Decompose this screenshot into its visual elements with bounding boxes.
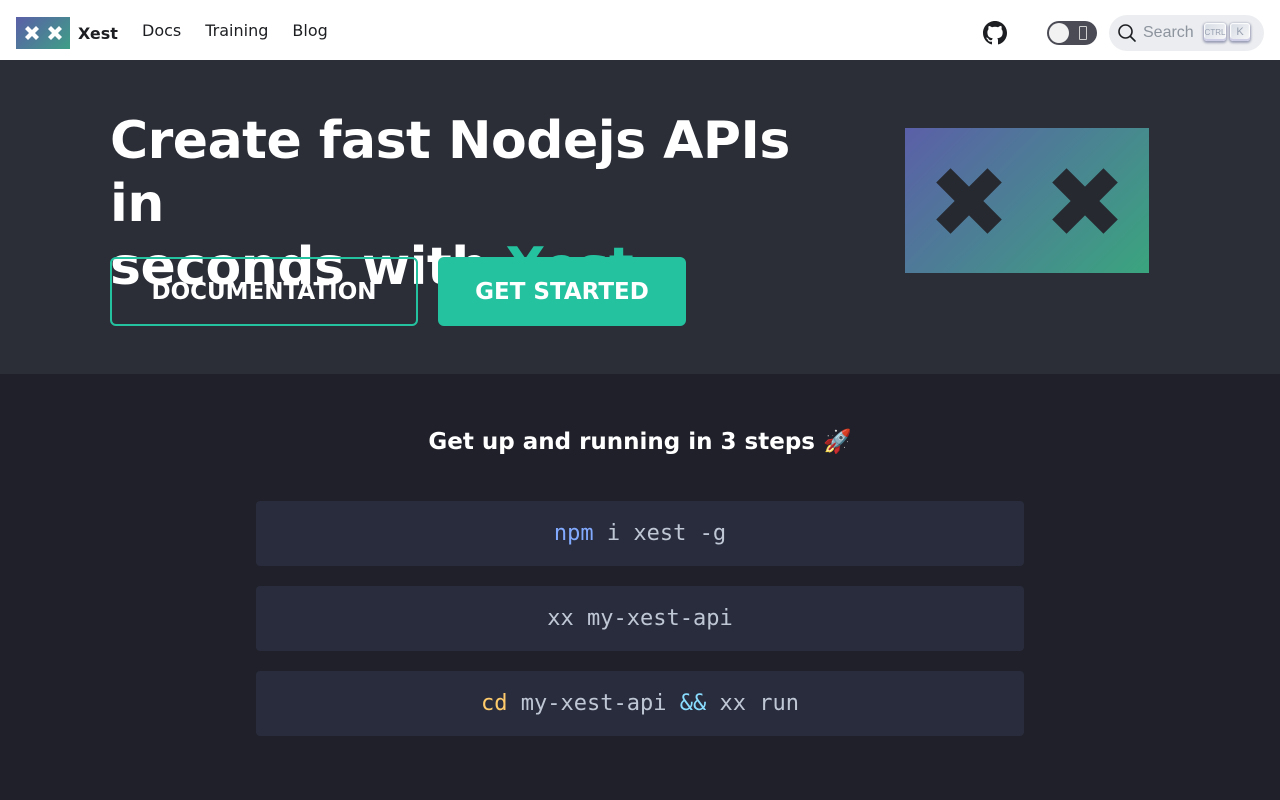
- hero: Create fast Nodejs APIs in seconds with …: [0, 60, 1280, 374]
- navbar: Xest Docs Training Blog Search CTRL K: [0, 0, 1280, 60]
- brand-link[interactable]: Xest: [16, 17, 118, 49]
- search-button[interactable]: Search CTRL K: [1109, 15, 1264, 51]
- steps-title: Get up and running in 3 steps 🚀: [428, 429, 852, 455]
- theme-toggle[interactable]: [1047, 21, 1097, 45]
- search-placeholder: Search: [1143, 24, 1194, 41]
- nav-link-blog[interactable]: Blog: [280, 21, 339, 40]
- code-block-step2[interactable]: xx my-xest-api: [256, 586, 1024, 651]
- step1-rest: i xest -g: [593, 521, 727, 546]
- theme-toggle-icon: [1079, 26, 1087, 40]
- step3-rest: xx run: [706, 691, 799, 716]
- github-icon[interactable]: [983, 21, 1007, 45]
- kbd-k: K: [1230, 23, 1250, 41]
- code-block-step3[interactable]: cd my-xest-api && xx run: [256, 671, 1024, 736]
- step3-op: &&: [679, 691, 707, 716]
- brand-name: Xest: [78, 23, 118, 43]
- step1-cmd: npm: [553, 521, 594, 546]
- code-block-step1[interactable]: npm i xest -g: [256, 501, 1024, 566]
- xest-logo-icon: [16, 17, 70, 49]
- toggle-knob: [1049, 23, 1069, 43]
- search-icon: [1118, 24, 1136, 42]
- step2-text: xx my-xest-api: [547, 606, 733, 631]
- get-started-button[interactable]: GET STARTED: [438, 257, 686, 326]
- documentation-button[interactable]: DOCUMENTATION: [110, 257, 418, 326]
- step3-cmd: cd: [481, 691, 508, 716]
- kbd-ctrl: CTRL: [1204, 23, 1226, 41]
- nav-link-training[interactable]: Training: [193, 21, 280, 40]
- hero-logo-icon: [905, 128, 1149, 273]
- step3-mid: my-xest-api: [507, 691, 680, 716]
- nav-link-docs[interactable]: Docs: [130, 21, 193, 40]
- nav-links: Docs Training Blog: [130, 0, 340, 60]
- hero-title-line1: Create fast Nodejs APIs in: [110, 111, 790, 234]
